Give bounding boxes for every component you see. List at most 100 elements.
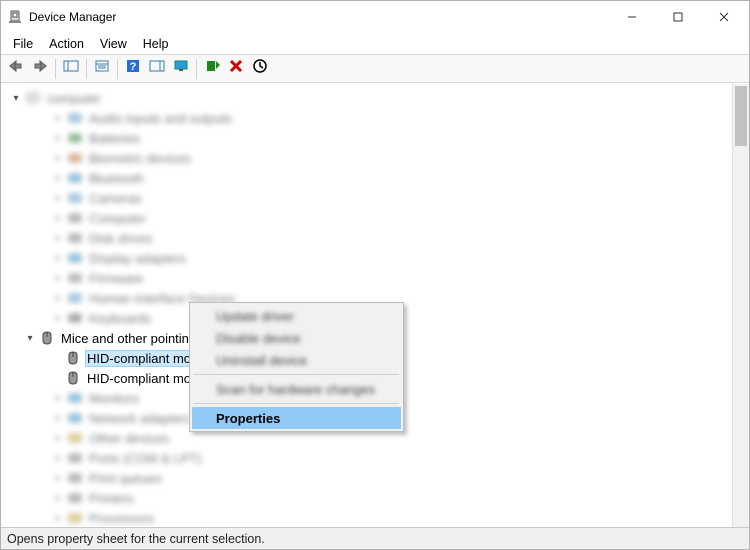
device-category-icon (67, 130, 83, 146)
scrollbar-thumb[interactable] (735, 86, 747, 146)
tree-category[interactable]: ▸Biometric devices (9, 148, 732, 168)
expand-icon[interactable]: ▸ (51, 513, 65, 524)
uninstall-device-button[interactable] (225, 58, 247, 80)
device-category-icon (67, 170, 83, 186)
expand-icon[interactable]: ▸ (51, 293, 65, 304)
ctx-update-driver[interactable]: Update driver (192, 305, 401, 327)
client-area: ▾ computer ▸ Audio inputs and outputs▸Bat… (1, 83, 749, 527)
expand-icon[interactable]: ▸ (51, 153, 65, 164)
tree-category-label: Computer (87, 210, 148, 227)
disable-device-button[interactable] (249, 58, 271, 80)
expand-icon[interactable]: ▸ (51, 433, 65, 444)
computer-icon (25, 90, 41, 106)
update-driver-button[interactable] (201, 58, 223, 80)
menu-view[interactable]: View (92, 35, 135, 53)
ctx-uninstall-device[interactable]: Uninstall device (192, 349, 401, 371)
tree-category[interactable]: ▸Ports (COM & LPT) (9, 448, 732, 468)
forward-button[interactable] (29, 58, 51, 80)
device-category-icon (67, 430, 83, 446)
maximize-button[interactable] (655, 2, 701, 32)
device-category-icon (67, 290, 83, 306)
update-driver-icon (204, 58, 220, 79)
tree-category-label: Monitors (87, 390, 141, 407)
tree-root[interactable]: ▾ computer (9, 88, 732, 108)
tree-category-label: Audio inputs and outputs (87, 110, 234, 127)
expand-icon[interactable]: ▸ (51, 493, 65, 504)
toolbar-separator (86, 59, 87, 79)
tree-root-label: computer (45, 90, 103, 107)
device-category-icon (67, 190, 83, 206)
tree-category[interactable]: ▸Cameras (9, 188, 732, 208)
tree-category-label: Printers (87, 490, 136, 507)
device-manager-icon (7, 9, 23, 25)
device-category-icon (67, 410, 83, 426)
device-category-icon (67, 250, 83, 266)
expand-icon[interactable]: ▸ (51, 233, 65, 244)
ctx-properties[interactable]: Properties (192, 407, 401, 429)
tree-category[interactable]: ▸ Computer (9, 208, 732, 228)
expand-icon[interactable]: ▸ (51, 453, 65, 464)
expand-icon[interactable]: ▸ (51, 473, 65, 484)
expand-icon[interactable]: ▸ (51, 193, 65, 204)
mouse-icon (39, 330, 55, 346)
menu-file[interactable]: File (5, 35, 41, 53)
tree-category-label: Other devices (87, 430, 171, 447)
tree-category[interactable]: ▸ Printers (9, 488, 732, 508)
device-category-icon (67, 450, 83, 466)
expand-icon[interactable]: ▸ (51, 413, 65, 424)
vertical-scrollbar[interactable] (732, 84, 749, 527)
collapse-icon[interactable]: ▾ (23, 333, 37, 344)
collapse-icon[interactable]: ▾ (9, 93, 23, 104)
show-hide-action-pane-button[interactable] (146, 58, 168, 80)
expand-icon[interactable]: ▸ (51, 313, 65, 324)
tree-category[interactable]: ▸Display adapters (9, 248, 732, 268)
titlebar: Device Manager (1, 1, 749, 33)
expand-icon[interactable]: ▸ (51, 113, 65, 124)
expand-icon[interactable]: ▸ (51, 133, 65, 144)
ctx-disable-device[interactable]: Disable device (192, 327, 401, 349)
menu-help[interactable]: Help (135, 35, 177, 53)
device-category-icon (67, 270, 83, 286)
device-tree[interactable]: ▾ computer ▸ Audio inputs and outputs▸Bat… (1, 84, 732, 527)
toolbar-separator (55, 59, 56, 79)
ctx-separator (194, 374, 399, 375)
close-button[interactable] (701, 2, 747, 32)
tree-category-label: Network adapters (87, 410, 193, 427)
scan-hardware-button[interactable] (170, 58, 192, 80)
context-menu: Update driver Disable device Uninstall d… (189, 302, 404, 432)
back-button[interactable] (5, 58, 27, 80)
window-controls (609, 2, 747, 32)
expand-icon[interactable]: ▸ (51, 273, 65, 284)
uninstall-icon (228, 58, 244, 79)
tree-category-label: Processors (87, 510, 156, 527)
expand-icon[interactable]: ▸ (51, 393, 65, 404)
expand-icon[interactable]: ▸ (51, 173, 65, 184)
expand-icon[interactable]: ▸ (51, 213, 65, 224)
menu-action[interactable]: Action (41, 35, 92, 53)
properties-icon (94, 59, 110, 78)
statusbar-text: Opens property sheet for the current sel… (7, 532, 265, 546)
monitor-icon (173, 59, 189, 78)
tree-category-label: Print queues (87, 470, 164, 487)
toolbar: ? (1, 55, 749, 83)
tree-category-label: Disk drives (87, 230, 155, 247)
minimize-button[interactable] (609, 2, 655, 32)
tree-category[interactable]: ▸Firmware (9, 268, 732, 288)
device-category-icon (67, 510, 83, 526)
svg-text:?: ? (130, 61, 137, 73)
tree-category[interactable]: ▸ Disk drives (9, 228, 732, 248)
ctx-scan-hardware[interactable]: Scan for hardware changes (192, 378, 401, 400)
arrow-left-icon (8, 59, 24, 78)
show-hide-console-tree-button[interactable] (60, 58, 82, 80)
device-category-icon (67, 470, 83, 486)
tree-category[interactable]: ▸Batteries (9, 128, 732, 148)
expand-icon[interactable]: ▸ (51, 253, 65, 264)
tree-category[interactable]: ▸ Processors (9, 508, 732, 527)
tree-category[interactable]: ▸ Print queues (9, 468, 732, 488)
tree-category[interactable]: ▸ Audio inputs and outputs (9, 108, 732, 128)
help-button[interactable]: ? (122, 58, 144, 80)
tree-category[interactable]: ▸Bluetooth (9, 168, 732, 188)
tree-category-label: Keyboards (87, 310, 153, 327)
help-icon: ? (125, 58, 141, 79)
properties-button[interactable] (91, 58, 113, 80)
